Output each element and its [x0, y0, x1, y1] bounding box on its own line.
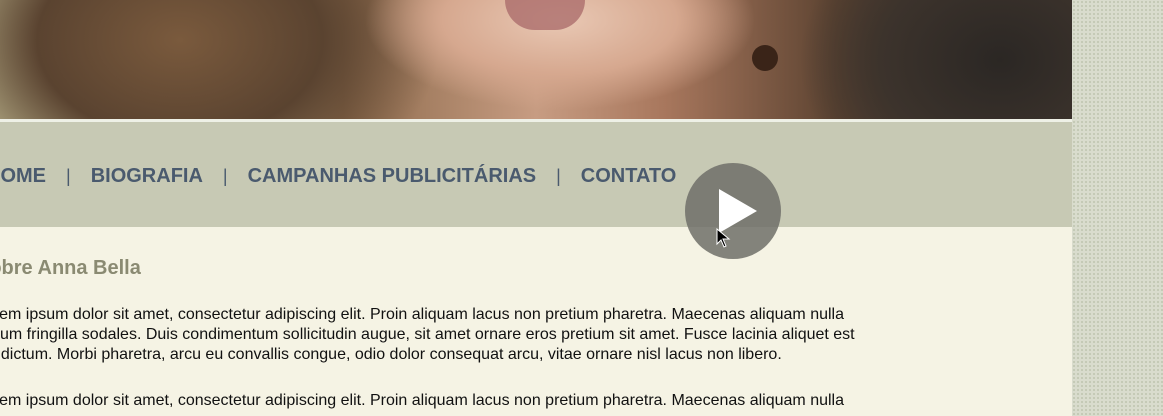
nav-biografia-link[interactable]: BIOGRAFIA	[91, 165, 203, 188]
paragraph-line: Lorem ipsum dolor sit amet, consectetur …	[0, 392, 844, 409]
nav-separator: |	[66, 166, 71, 186]
nav-separator: |	[556, 166, 561, 186]
paragraph: Lorem ipsum dolor sit amet, consectetur …	[0, 391, 1056, 411]
paragraph: Lorem ipsum dolor sit amet, consectetur …	[0, 305, 1056, 365]
video-play-button[interactable]	[685, 163, 781, 259]
nav-campanhas-link[interactable]: CAMPANHAS PUBLICITÁRIAS	[248, 165, 537, 188]
paragraph-line: Lorem ipsum dolor sit amet, consectetur …	[0, 306, 844, 323]
paragraph-line: vel dictum. Morbi pharetra, arcu eu conv…	[0, 346, 782, 363]
mouse-pointer-icon	[716, 228, 731, 248]
nav-home-link[interactable]: HOME	[0, 165, 46, 188]
hero-image-earring	[752, 45, 778, 71]
paragraph-line: rutrum fringilla sodales. Duis condiment…	[0, 326, 855, 343]
hero-image	[0, 0, 1072, 119]
nav-separator: |	[222, 166, 228, 186]
hero-image-detail	[505, 0, 585, 30]
main-navigation: HOME | BIOGRAFIA | CAMPANHAS PUBLICITÁRI…	[0, 165, 676, 188]
nav-contato-link[interactable]: CONTATO	[581, 165, 677, 188]
section-heading: Sobre Anna Bella	[0, 257, 141, 279]
play-icon	[719, 189, 757, 233]
